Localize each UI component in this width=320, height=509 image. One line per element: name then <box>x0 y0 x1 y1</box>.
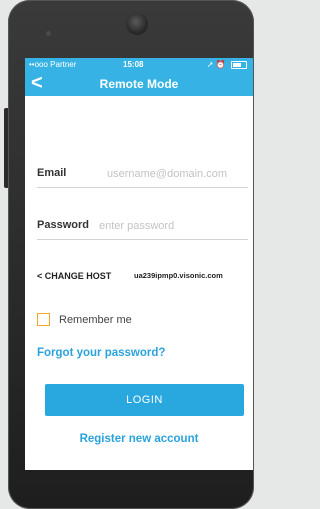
change-host-button[interactable]: < CHANGE HOST <box>37 268 111 284</box>
location-icon: ➚ <box>206 60 214 69</box>
forgot-password-link[interactable]: Forgot your password? <box>37 347 165 359</box>
status-icons: ➚ ⏰ <box>207 58 247 72</box>
remember-me-label: Remember me <box>59 314 132 326</box>
nav-bar: < Remote Mode <box>25 72 253 96</box>
earpiece <box>126 13 148 35</box>
login-button[interactable]: LOGIN <box>45 384 244 416</box>
password-label: Password <box>37 219 89 231</box>
app-screen: ••ooo Partner 15:08 ➚ ⏰ < Remote Mode Em… <box>25 58 253 470</box>
status-bar: ••ooo Partner 15:08 ➚ ⏰ <box>25 58 253 72</box>
email-row: Email <box>37 163 248 188</box>
front-sensor <box>46 31 51 36</box>
battery-icon <box>231 60 247 69</box>
page-title: Remote Mode <box>99 77 179 91</box>
host-value: ua239ipmp0.visonic.com <box>134 271 223 280</box>
phone-frame: ••ooo Partner 15:08 ➚ ⏰ < Remote Mode Em… <box>8 0 254 509</box>
alarm-icon: ⏰ <box>215 60 226 69</box>
register-link[interactable]: Register new account <box>25 433 253 445</box>
status-time: 15:08 <box>123 60 144 69</box>
email-label: Email <box>37 167 67 179</box>
carrier-label: ••ooo Partner <box>29 60 77 69</box>
app-header: ••ooo Partner 15:08 ➚ ⏰ < Remote Mode <box>25 58 253 96</box>
password-row: Password <box>37 215 248 240</box>
email-input[interactable] <box>107 164 247 184</box>
remember-me-checkbox[interactable] <box>37 313 50 326</box>
host-row: < CHANGE HOST ua239ipmp0.visonic.com <box>37 268 253 284</box>
password-input[interactable] <box>99 216 247 236</box>
